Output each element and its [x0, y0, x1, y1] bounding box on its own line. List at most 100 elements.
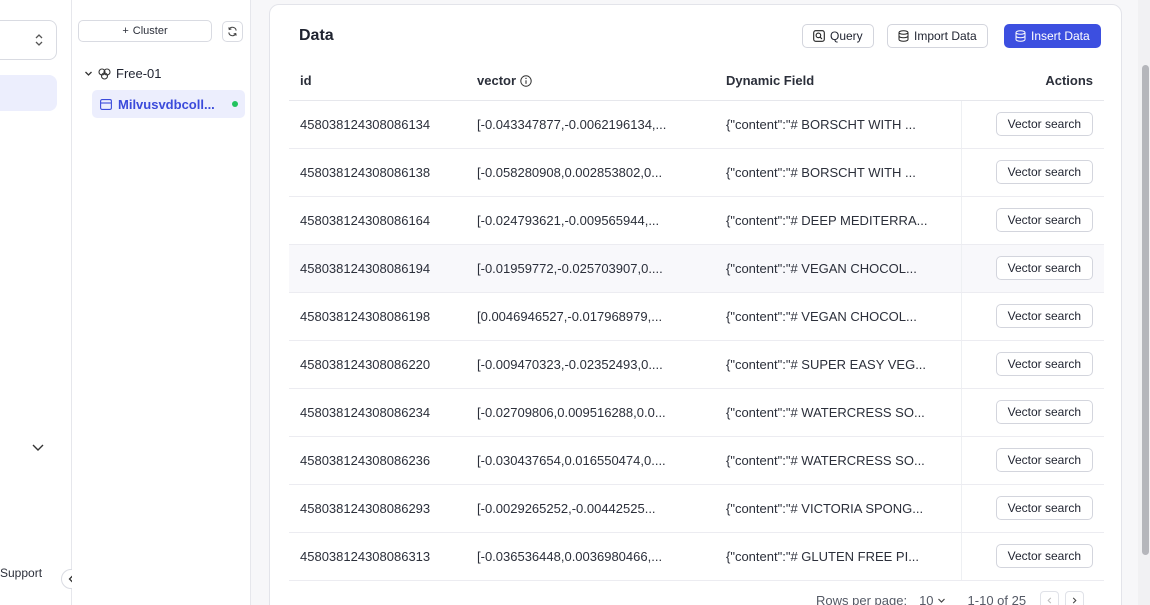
add-cluster-button[interactable]: + Cluster [78, 20, 212, 42]
cell-id: 458038124308086194 [289, 244, 477, 293]
cell-actions: Vector search [960, 388, 1104, 437]
vector-search-button[interactable]: Vector search [995, 256, 1093, 280]
cluster-name: Free-01 [116, 66, 162, 81]
cell-id: 458038124308086164 [289, 196, 477, 245]
cell-vector: [-0.043347877,-0.0062196134,... [477, 100, 726, 149]
cell-dynamic-field: {"content":"# WATERCRESS SO... [726, 388, 961, 437]
cell-dynamic-field: {"content":"# VICTORIA SPONG... [726, 484, 961, 533]
chevron-down-icon[interactable] [31, 440, 45, 454]
cell-dynamic-field: {"content":"# SUPER EASY VEG... [726, 340, 961, 389]
collection-tree-item[interactable]: Milvusvdbcoll... [92, 90, 245, 118]
status-dot [232, 101, 238, 107]
chevron-down-icon [85, 71, 92, 76]
column-header-vector[interactable]: vector [477, 61, 726, 101]
table-row: 458038124308086220 [-0.009470323,-0.02352… [289, 340, 1104, 389]
cell-id: 458038124308086220 [289, 340, 477, 389]
search-icon [813, 30, 825, 42]
column-header-dynamic-field[interactable]: Dynamic Field [726, 61, 961, 101]
cell-id: 458038124308086198 [289, 292, 477, 341]
cell-dynamic-field: {"content":"# VEGAN CHOCOL... [726, 292, 961, 341]
cell-id: 458038124308086234 [289, 388, 477, 437]
pagination: Rows per page: 10 1-10 of 25 [816, 591, 1085, 605]
scrollbar-thumb[interactable] [1142, 65, 1149, 555]
prev-page-button[interactable] [1040, 591, 1060, 605]
chevron-updown-icon [35, 34, 43, 46]
plus-icon: + [122, 25, 129, 37]
add-cluster-label: Cluster [132, 25, 168, 37]
chevron-right-icon [1072, 597, 1077, 604]
vector-search-button[interactable]: Vector search [995, 208, 1093, 232]
table-row: 458038124308086198 [0.0046946527,-0.01796… [289, 292, 1104, 341]
import-data-button[interactable]: Import Data [887, 24, 988, 48]
table-row: 458038124308086234 [-0.02709806,0.0095162… [289, 388, 1104, 437]
cell-vector: [-0.02709806,0.009516288,0.0... [477, 388, 726, 437]
vector-search-button[interactable]: Vector search [995, 544, 1093, 568]
cell-id: 458038124308086138 [289, 148, 477, 197]
collection-tree-panel: + Cluster Free-01 Milvusvdbcoll... [72, 0, 251, 605]
cell-id: 458038124308086313 [289, 532, 477, 581]
vector-search-button[interactable]: Vector search [995, 160, 1093, 184]
vector-search-button[interactable]: Vector search [995, 496, 1093, 520]
cell-vector: [-0.0029265252,-0.00442525... [477, 484, 726, 533]
cell-actions: Vector search [960, 436, 1104, 485]
data-card: Data Query Import Data Insert Data id ve… [269, 4, 1122, 605]
nav-active-item[interactable] [0, 75, 57, 111]
cell-vector: [-0.036536448,0.0036980466,... [477, 532, 726, 581]
cell-vector: [-0.024793621,-0.009565944,... [477, 196, 726, 245]
vector-search-button[interactable]: Vector search [995, 352, 1093, 376]
table-icon [100, 98, 112, 110]
vector-search-button[interactable]: Vector search [995, 304, 1093, 328]
cluster-tree-item[interactable]: Free-01 [84, 66, 162, 81]
table-row: 458038124308086138 [-0.058280908,0.002853… [289, 148, 1104, 197]
cell-vector: [-0.058280908,0.002853802,0... [477, 148, 726, 197]
insert-data-label: Insert Data [1031, 29, 1090, 43]
table-row: 458038124308086134 [-0.043347877,-0.00621… [289, 100, 1104, 149]
cell-id: 458038124308086134 [289, 100, 477, 149]
cell-dynamic-field: {"content":"# BORSCHT WITH ... [726, 100, 961, 149]
vector-search-button[interactable]: Vector search [995, 112, 1093, 136]
cell-dynamic-field: {"content":"# WATERCRESS SO... [726, 436, 961, 485]
cell-vector: [-0.030437654,0.016550474,0.... [477, 436, 726, 485]
chevron-left-icon [1047, 597, 1052, 604]
page-title: Data [299, 27, 334, 44]
cell-vector: [-0.009470323,-0.02352493,0.... [477, 340, 726, 389]
query-button[interactable]: Query [802, 24, 874, 48]
next-page-button[interactable] [1065, 591, 1085, 605]
cell-actions: Vector search [960, 148, 1104, 197]
cell-vector: [0.0046946527,-0.017968979,... [477, 292, 726, 341]
rows-per-page-select[interactable]: 10 [919, 593, 945, 605]
database-icon [898, 30, 909, 42]
refresh-icon [228, 26, 237, 37]
cell-actions: Vector search [960, 484, 1104, 533]
cell-actions: Vector search [960, 100, 1104, 149]
insert-data-button[interactable]: Insert Data [1004, 24, 1101, 48]
table-row: 458038124308086313 [-0.036536448,0.003698… [289, 532, 1104, 581]
cell-id: 458038124308086293 [289, 484, 477, 533]
table-row: 458038124308086194 [-0.01959772,-0.025703… [289, 244, 1104, 293]
left-nav: Support [0, 0, 72, 605]
project-select[interactable] [0, 20, 57, 60]
cluster-icon [98, 67, 111, 80]
chevron-down-icon [937, 598, 945, 603]
scrollbar[interactable] [1138, 0, 1150, 605]
cell-actions: Vector search [960, 340, 1104, 389]
cell-dynamic-field: {"content":"# DEEP MEDITERRA... [726, 196, 961, 245]
support-link[interactable]: Support [0, 566, 42, 580]
page-range: 1-10 of 25 [967, 593, 1027, 605]
cell-id: 458038124308086236 [289, 436, 477, 485]
cell-dynamic-field: {"content":"# GLUTEN FREE PI... [726, 532, 961, 581]
cell-vector: [-0.01959772,-0.025703907,0.... [477, 244, 726, 293]
column-header-id[interactable]: id [289, 61, 477, 101]
table-row: 458038124308086293 [-0.0029265252,-0.0044… [289, 484, 1104, 533]
cell-actions: Vector search [960, 244, 1104, 293]
collection-name: Milvusvdbcoll... [118, 96, 215, 112]
vector-search-button[interactable]: Vector search [995, 400, 1093, 424]
rows-per-page-value: 10 [919, 593, 934, 605]
refresh-button[interactable] [222, 21, 243, 42]
info-icon[interactable] [520, 75, 532, 87]
column-header-vector-label: vector [477, 72, 517, 88]
data-table: id vector Dynamic Field Actions 45803812… [289, 61, 1104, 581]
vector-search-button[interactable]: Vector search [995, 448, 1093, 472]
cell-actions: Vector search [960, 532, 1104, 581]
table-row: 458038124308086236 [-0.030437654,0.016550… [289, 436, 1104, 485]
